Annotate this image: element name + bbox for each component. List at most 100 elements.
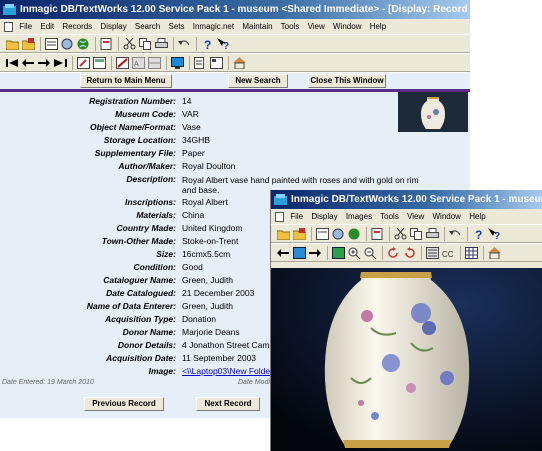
- menu-file[interactable]: File: [19, 22, 32, 31]
- globe-icon[interactable]: [77, 38, 90, 50]
- field-supplementary-file: Supplementary File: Paper: [94, 148, 205, 158]
- img-menu-view[interactable]: View: [407, 212, 424, 221]
- next-record-icon[interactable]: [38, 57, 51, 69]
- color-icon[interactable]: CC: [442, 247, 455, 259]
- main-titlebar[interactable]: Inmagic DB/TextWorks 12.00 Service Pack …: [0, 0, 470, 19]
- open-textbase-icon[interactable]: [293, 228, 306, 240]
- delete-record-icon[interactable]: [116, 57, 129, 69]
- query-icon[interactable]: [332, 228, 345, 240]
- field-storage-location: Storage Location: 34GHB: [103, 135, 210, 145]
- new-search-button[interactable]: New Search: [228, 74, 288, 88]
- undo-icon[interactable]: [449, 228, 462, 240]
- menu-records[interactable]: Records: [62, 22, 92, 31]
- screen-icon[interactable]: [171, 57, 184, 69]
- home-icon[interactable]: [488, 247, 501, 259]
- document-icon: [4, 21, 13, 32]
- copy-icon[interactable]: [139, 38, 152, 50]
- svg-text:CC: CC: [442, 250, 454, 259]
- field-object-name: Object Name/Format: Vase: [90, 122, 201, 132]
- previous-record-icon[interactable]: [22, 57, 35, 69]
- copy-icon[interactable]: [410, 228, 423, 240]
- image-icon[interactable]: [293, 247, 306, 259]
- image-properties-icon[interactable]: [426, 247, 439, 259]
- menu-view[interactable]: View: [308, 22, 325, 31]
- image-window-title: Inmagic DB/TextWorks 12.00 Service Pack …: [291, 194, 542, 205]
- field-author-maker: Author/Maker: Royal Doulton: [118, 161, 236, 171]
- thumbnail-grid-icon[interactable]: [465, 247, 478, 259]
- home-icon[interactable]: [233, 57, 246, 69]
- edit-record-icon[interactable]: [77, 57, 90, 69]
- menu-search[interactable]: Search: [135, 22, 160, 31]
- rotate-right-icon[interactable]: [403, 247, 416, 259]
- menu-sets[interactable]: Sets: [168, 22, 184, 31]
- img-menu-display[interactable]: Display: [311, 212, 337, 221]
- menu-maintain[interactable]: Maintain: [242, 22, 272, 31]
- img-menu-file[interactable]: File: [290, 212, 303, 221]
- undo-icon[interactable]: [178, 38, 191, 50]
- menu-tools[interactable]: Tools: [281, 22, 300, 31]
- next-record-button[interactable]: Next Record: [196, 397, 260, 411]
- fit-image-icon[interactable]: [332, 247, 345, 259]
- return-to-main-menu-button[interactable]: Return to Main Menu: [80, 74, 172, 88]
- report-view-icon[interactable]: [194, 57, 207, 69]
- menu-window[interactable]: Window: [333, 22, 361, 31]
- date-modified: Date Modi: [238, 379, 270, 386]
- open-folder-icon[interactable]: [277, 228, 290, 240]
- image-toolbar-1: ? ?: [271, 224, 542, 243]
- print-icon[interactable]: [155, 38, 168, 50]
- open-textbase-icon[interactable]: [22, 38, 35, 50]
- zoom-out-icon[interactable]: [364, 247, 377, 259]
- form-view-icon[interactable]: [210, 57, 223, 69]
- image-toolbar-2: CC: [271, 243, 542, 262]
- report-icon[interactable]: [100, 38, 113, 50]
- sort-icon[interactable]: A: [132, 57, 145, 69]
- image-menubar: File Display Images Tools View Window He…: [271, 209, 542, 224]
- main-window-title: Inmagic DB/TextWorks 12.00 Service Pack …: [20, 4, 470, 15]
- close-this-window-button[interactable]: Close This Window: [308, 74, 386, 88]
- query-icon[interactable]: [61, 38, 74, 50]
- img-menu-window[interactable]: Window: [433, 212, 461, 221]
- help-icon[interactable]: ?: [472, 228, 485, 240]
- report-icon[interactable]: [371, 228, 384, 240]
- form-icon[interactable]: [45, 38, 58, 50]
- print-icon[interactable]: [426, 228, 439, 240]
- img-menu-tools[interactable]: Tools: [380, 212, 399, 221]
- main-menubar: File Edit Records Display Search Sets In…: [0, 19, 470, 34]
- img-menu-images[interactable]: Images: [346, 212, 372, 221]
- document-icon: [275, 211, 284, 222]
- field-registration-number: Registration Number: 14: [89, 96, 192, 106]
- field-museum-code: Museum Code: VAR: [115, 109, 199, 119]
- table-view-icon[interactable]: [148, 57, 161, 69]
- cut-icon[interactable]: [123, 38, 136, 50]
- previous-record-button[interactable]: Previous Record: [84, 397, 164, 411]
- menu-help[interactable]: Help: [370, 22, 386, 31]
- svg-text:?: ?: [223, 41, 229, 50]
- svg-text:A: A: [134, 61, 139, 68]
- first-record-icon[interactable]: [6, 57, 19, 69]
- context-help-icon[interactable]: ?: [488, 228, 501, 240]
- app-icon: [3, 4, 16, 15]
- image-window: Inmagic DB/TextWorks 12.00 Service Pack …: [270, 190, 542, 451]
- rotate-left-icon[interactable]: [387, 247, 400, 259]
- date-entered: Date Entered: 19 March 2010: [2, 379, 94, 386]
- cut-icon[interactable]: [394, 228, 407, 240]
- form-icon[interactable]: [316, 228, 329, 240]
- menu-edit[interactable]: Edit: [40, 22, 54, 31]
- img-menu-help[interactable]: Help: [469, 212, 485, 221]
- svg-text:?: ?: [494, 231, 500, 240]
- image-titlebar[interactable]: Inmagic DB/TextWorks 12.00 Service Pack …: [271, 190, 542, 209]
- vase-photo: [271, 268, 542, 451]
- previous-image-icon[interactable]: [277, 247, 290, 259]
- last-record-icon[interactable]: [54, 57, 67, 69]
- context-help-icon[interactable]: ?: [217, 38, 230, 50]
- next-image-icon[interactable]: [309, 247, 322, 259]
- help-icon[interactable]: ?: [201, 38, 214, 50]
- menu-display[interactable]: Display: [100, 22, 126, 31]
- open-folder-icon[interactable]: [6, 38, 19, 50]
- menu-inmagic-net[interactable]: Inmagic.net: [193, 22, 234, 31]
- globe-icon[interactable]: [348, 228, 361, 240]
- zoom-in-icon[interactable]: [348, 247, 361, 259]
- view-record-icon[interactable]: [93, 57, 106, 69]
- svg-text:?: ?: [475, 228, 482, 240]
- svg-text:?: ?: [204, 38, 211, 50]
